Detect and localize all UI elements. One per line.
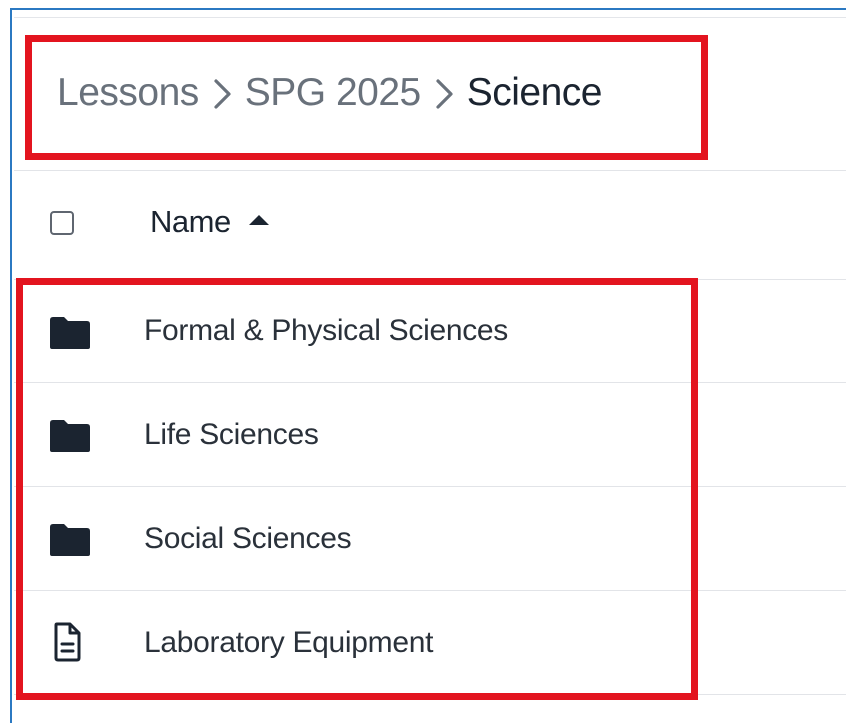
chevron-right-icon	[203, 73, 241, 113]
sort-ascending-icon	[248, 215, 269, 225]
row-divider	[14, 590, 846, 591]
folder-icon	[48, 419, 92, 458]
folder-icon	[48, 316, 92, 355]
row-divider	[14, 694, 846, 695]
list-item[interactable]: Life Sciences	[14, 384, 846, 487]
breadcrumb-item-lessons[interactable]: Lessons	[57, 71, 199, 115]
document-icon	[52, 622, 82, 667]
window-border-left	[10, 8, 12, 723]
select-all-checkbox[interactable]	[50, 211, 74, 235]
item-label: Social Sciences	[144, 522, 352, 555]
list-item[interactable]: Social Sciences	[14, 488, 846, 591]
top-divider	[14, 17, 846, 18]
column-header-name-label: Name	[150, 204, 231, 239]
item-label: Life Sciences	[144, 418, 319, 451]
list-item[interactable]: Laboratory Equipment	[14, 592, 846, 695]
item-label: Formal & Physical Sciences	[144, 314, 508, 347]
column-header-name[interactable]: Name	[150, 204, 269, 240]
item-label: Laboratory Equipment	[144, 626, 434, 659]
table-header: Name	[14, 171, 846, 279]
breadcrumb-item-spg-2025[interactable]: SPG 2025	[245, 71, 421, 115]
row-divider	[14, 382, 846, 383]
chevron-right-icon	[425, 73, 463, 113]
row-divider	[14, 486, 846, 487]
window-border-top	[10, 8, 846, 10]
breadcrumb-item-science: Science	[466, 71, 603, 114]
file-browser-panel: Lessons SPG 2025 Science Name Formal & P…	[0, 0, 846, 723]
folder-icon	[48, 523, 92, 562]
list-item[interactable]: Formal & Physical Sciences	[14, 280, 846, 383]
breadcrumb: Lessons SPG 2025 Science	[57, 68, 602, 118]
